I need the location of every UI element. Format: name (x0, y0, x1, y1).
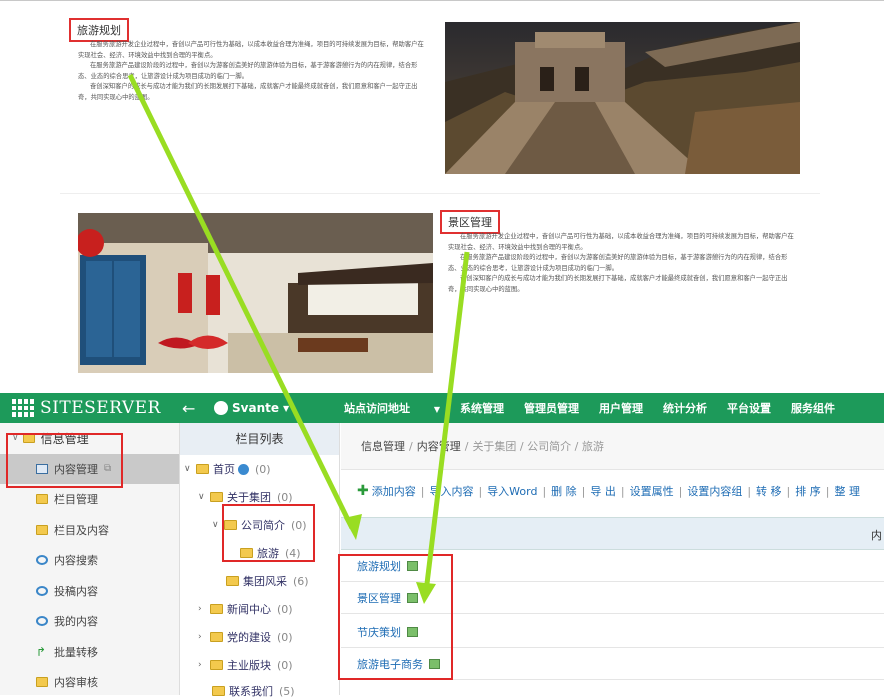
article-paragraph: 在服务旅游开发企业过程中，奋创以产品可行性为基础，以成本收益合理为准绳，项目的可… (78, 41, 424, 59)
user-menu[interactable]: Svante ▼ (214, 401, 304, 415)
folder-icon (210, 492, 223, 502)
user-name: Svante (232, 401, 279, 415)
globe-icon (214, 401, 228, 415)
sidebar-item-content-search[interactable]: 内容搜索 (0, 545, 179, 576)
import-content-button[interactable]: 导入内容 (429, 483, 473, 499)
folder-icon (36, 524, 48, 535)
grid-logo-icon (12, 399, 34, 417)
nav-system[interactable]: 系统管理 (460, 400, 504, 416)
sidebar-item-label: 我的内容 (54, 615, 98, 629)
folder-icon (210, 632, 223, 642)
tree-item-home[interactable]: ∨ 首页 (0) (184, 461, 271, 477)
article-title-travel-planning: 旅游规划 (69, 18, 129, 42)
sidebar-item-label: 栏目管理 (54, 493, 98, 507)
breadcrumb-item: 关于集团 / 公司简介 / 旅游 (472, 440, 604, 453)
nav-admin[interactable]: 管理员管理 (524, 400, 579, 416)
section-divider (60, 193, 820, 194)
folder-icon (226, 576, 239, 586)
sidebar-item-label: 栏目及内容 (54, 523, 109, 537)
tree-item-news[interactable]: › 新闻中心 (0) (198, 601, 293, 617)
content-toolbar: ✚ 添加内容 | 导入内容 | 导入Word | 删 除 | 导 出 | 设置属性 | 设置… (357, 483, 860, 499)
main-nav: 站点访问地址 ▼ 系统管理 管理员管理 用户管理 统计分析 平台设置 服务组件 (304, 400, 835, 416)
chevron-right-icon: › (198, 660, 202, 670)
article-paragraph: 奋创深知客户的成长与成功才能为我们的长期发展打下基础，成就客户才能最终成就奋创，… (78, 83, 418, 101)
folder-icon (210, 660, 223, 670)
nav-platform[interactable]: 平台设置 (727, 400, 771, 416)
sidebar-item-label: 内容搜索 (54, 554, 98, 568)
nav-site-url[interactable]: 站点访问地址 ▼ (324, 400, 440, 416)
add-content-button[interactable]: 添加内容 (372, 483, 416, 499)
tree-item-business[interactable]: › 主业版块 (0) (198, 657, 293, 673)
tree-title: 栏目列表 (180, 423, 339, 455)
siteserver-logo[interactable]: SITESERVER (0, 398, 180, 418)
sidebar-item-batch-move[interactable]: ↱ 批量转移 (0, 637, 179, 668)
breadcrumb-item[interactable]: 内容管理 (417, 438, 461, 454)
set-attributes-button[interactable]: 设置属性 (630, 483, 674, 499)
search-icon (36, 585, 48, 596)
move-button[interactable]: 转 移 (756, 483, 782, 499)
article-text-scenic-management: 在服务旅游开发企业过程中，奋创以产品可行性为基础，以成本收益合理为准绳，项目的可… (448, 232, 800, 296)
sidebar-item-label: 内容审核 (54, 676, 98, 690)
logo-text: SITESERVER (40, 398, 161, 418)
chevron-down-icon: ∨ (198, 492, 205, 502)
back-arrow-icon[interactable]: ← (182, 399, 202, 418)
folder-icon (36, 494, 48, 505)
table-header: 内 (341, 517, 884, 550)
article-paragraph: 在服务旅游产品建设阶段的过程中，奋创以为游客创造美好的旅游体验为目标，基于游客游… (78, 62, 418, 80)
tree-item-party[interactable]: › 党的建设 (0) (198, 629, 293, 645)
plus-icon: ✚ (357, 483, 369, 499)
delete-button[interactable]: 删 除 (551, 483, 577, 499)
folder-icon (196, 464, 209, 474)
nav-services[interactable]: 服务组件 (791, 400, 835, 416)
sort-button[interactable]: 排 序 (795, 483, 821, 499)
sidebar-item-channel-content[interactable]: 栏目及内容 (0, 515, 179, 546)
set-group-button[interactable]: 设置内容组 (687, 483, 742, 499)
sidebar-item-content-review[interactable]: 内容审核 (0, 667, 179, 698)
breadcrumb: 信息管理 / 内容管理 / 关于集团 / 公司简介 / 旅游 (341, 423, 884, 470)
search-icon (36, 555, 48, 566)
tree-item-contact[interactable]: 联系我们 (5) (212, 683, 295, 699)
article-text-travel-planning: 在服务旅游开发企业过程中，奋创以产品可行性为基础，以成本收益合理为准绳，项目的可… (78, 40, 430, 104)
great-wall-photo (445, 22, 800, 174)
top-border (0, 0, 884, 1)
annotation-box-tree (222, 504, 315, 562)
sidebar-item-submissions[interactable]: 投稿内容 (0, 576, 179, 607)
article-paragraph: 在服务旅游开发企业过程中，奋创以产品可行性为基础，以成本收益合理为准绳，项目的可… (448, 233, 794, 251)
article-paragraph: 在服务旅游产品建设阶段的过程中，奋创以为游客创造美好的旅游体验为目标，基于游客游… (448, 254, 788, 272)
import-word-button[interactable]: 导入Word (487, 483, 537, 499)
nav-users[interactable]: 用户管理 (599, 400, 643, 416)
review-icon (36, 677, 48, 688)
nav-stats[interactable]: 统计分析 (663, 400, 707, 416)
top-navbar: SITESERVER ← Svante ▼ 站点访问地址 ▼ 系统管理 管理员管… (0, 393, 884, 423)
tree-item-group-style[interactable]: 集团风采 (6) (226, 573, 309, 589)
website-preview: 旅游规划 在服务旅游开发企业过程中，奋创以产品可行性为基础，以成本收益合理为准绳… (0, 0, 884, 393)
chevron-right-icon: › (198, 604, 202, 614)
interior-photo (78, 213, 433, 373)
chevron-right-icon: › (198, 632, 202, 642)
caret-down-icon: ▼ (282, 403, 290, 413)
move-arrow-icon: ↱ (36, 644, 47, 659)
caret-down-icon: ▼ (433, 405, 440, 414)
chevron-down-icon: ∨ (184, 464, 191, 474)
article-paragraph: 奋创深知客户的成长与成功才能为我们的长期发展打下基础，成就客户才能最终成就奋创，… (448, 275, 788, 293)
sidebar-item-label: 批量转移 (54, 645, 98, 659)
tidy-button[interactable]: 整 理 (834, 483, 860, 499)
export-button[interactable]: 导 出 (590, 483, 616, 499)
tree-item-about[interactable]: ∨ 关于集团 (0) (198, 489, 293, 505)
article-title-scenic-management: 景区管理 (440, 210, 500, 234)
search-icon (36, 616, 48, 627)
folder-icon (210, 604, 223, 614)
table-header-label: 内 (871, 529, 882, 542)
sidebar-item-label: 投稿内容 (54, 584, 98, 598)
sidebar-item-channel-manage[interactable]: 栏目管理 (0, 484, 179, 515)
annotation-box-sidebar (6, 433, 123, 488)
globe-icon (238, 463, 249, 475)
annotation-box-rows (338, 554, 453, 680)
breadcrumb-item[interactable]: 信息管理 (361, 438, 405, 454)
sidebar-item-my-content[interactable]: 我的内容 (0, 606, 179, 637)
